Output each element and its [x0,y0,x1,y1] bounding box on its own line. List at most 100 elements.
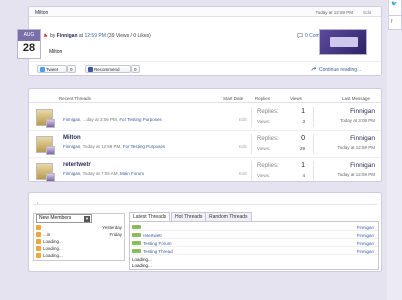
views-label: Views: [257,119,271,124]
member-row[interactable]: Yesterday [36,225,124,231]
replies-label: Replies: [257,136,279,142]
thread-info: Finnigan, Today at 12:59 PM, For Testing… [63,144,165,149]
post-stats: (39 Views / 0 Likes) [107,33,151,39]
replies-label: Replies: [257,163,279,169]
thread-forum-link[interactable]: For Testing Purposes [123,144,165,149]
date-month: AUG [18,30,40,41]
chevron-down-icon: ▼ [84,216,90,222]
members-select-value: New Members [39,215,72,221]
last-message-date[interactable]: Today at 12:59 PM [319,172,375,177]
col-views[interactable]: Views [290,96,302,101]
member-joined: Friday [109,232,122,237]
list-item[interactable]: Testing Thread Finnigan [132,248,378,255]
col-recent-threads: Recent Threads [59,96,91,101]
post-footer: Tweet 0 Recommend 0 Continue reading... [29,61,381,75]
thread-row[interactable]: Milton Finnigan, Today at 12:59 PM, For … [29,131,381,158]
views-count: 4 [302,173,305,178]
last-poster-link[interactable]: Finnigan [319,135,375,142]
user-icon [36,246,41,251]
loading-text: Loading... [132,257,152,262]
post-body: Milton [49,49,63,55]
threads-tabs-widget: Latest Threads Hot Threads Random Thread… [129,212,379,270]
sidebar-twitter-box[interactable]: 🐦 [388,0,402,16]
thread-link[interactable]: Testing Forum [143,241,172,246]
post-title[interactable]: Milton [35,10,48,16]
member-name[interactable]: ...in [43,232,50,237]
facebook-icon [88,67,93,72]
thread-title[interactable]: Milton [63,135,81,141]
tab-latest-threads[interactable]: Latest Threads [129,212,171,221]
member-joined: Yesterday [102,225,122,230]
recommend-count: 0 [131,65,140,73]
post-time[interactable]: 12:59 PM [84,33,105,39]
last-poster-link[interactable]: Finnigan [319,108,375,115]
replies-count: 1 [301,108,305,115]
members-select[interactable]: New Members ▼ [36,214,92,223]
facebook-icon: f [391,19,393,25]
edit-link[interactable]: Edit [239,144,247,149]
thread-info: Finnigan, ...day at 3:06 PM, For Testing… [63,117,162,122]
col-start-date[interactable]: Start Date [223,96,243,101]
user-icon [36,239,41,244]
avatar[interactable] [46,146,55,155]
pin-icon [43,33,48,38]
tweet-count: 0 [67,65,76,73]
views-count: 29 [299,146,305,151]
post-thumbnail-image[interactable] [319,29,367,55]
thread-starter-link[interactable]: Finnigan [63,144,80,149]
post-edit-link[interactable]: Edit [363,10,371,15]
user-link[interactable]: Finnigan [357,233,374,238]
user-icon [36,232,41,237]
col-last-message[interactable]: Last Message [342,96,370,101]
thread-starter-link[interactable]: Finnigan [63,171,80,176]
threads-header: Recent Threads Start Date Replies Views … [29,94,381,103]
date-badge: AUG 28 [17,29,41,59]
thread-forum-link[interactable]: For Testing Purposes [119,117,161,122]
loading-text: Loading... [43,239,63,244]
col-replies[interactable]: Replies [255,96,270,101]
thread-link[interactable]: Testing Thread [143,249,173,254]
thread-starter-link[interactable]: Finnigan [63,117,80,122]
list-item[interactable]: retertwetr Finnigan [132,232,378,239]
last-message-date[interactable]: Today at 3:08 PM [319,118,375,123]
right-sidebar-background [387,0,402,300]
user-link[interactable]: Finnigan [357,249,374,254]
twitter-icon: 🐦 [391,1,398,7]
continue-reading-link[interactable]: Continue reading... [319,67,361,73]
member-row: Loading... [36,239,124,245]
tweet-label: Tweet [46,67,59,72]
last-message-date[interactable]: Today at 12:59 PM [319,145,375,150]
sidebar-facebook-box[interactable]: f [388,16,402,30]
replies-count: 1 [301,162,305,169]
post-author-link[interactable]: Finnigan [57,33,78,39]
user-link[interactable]: Finnigan [357,225,374,230]
avatar[interactable] [46,173,55,182]
last-poster-link[interactable]: Finnigan [319,162,375,169]
tab-random-threads[interactable]: Random Threads [205,212,252,221]
post-date: Today at 12:59 PM [315,10,353,15]
post-header: Milton Today at 12:59 PM Edit [29,7,381,17]
user-icon [36,253,41,258]
meta-by-text: by [50,33,56,39]
thread-title[interactable]: retertwetr [63,162,91,168]
avatar[interactable] [46,119,55,128]
list-item[interactable]: Testing Forum Finnigan [132,240,378,247]
user-icon [36,225,41,230]
thread-link[interactable]: retertwetr [143,233,162,238]
thread-forum-link[interactable]: Main Forum [120,171,144,176]
list-item[interactable]: Finnigan [132,224,378,231]
tab-content: Finnigan retertwetr Finnigan Testing For… [129,221,379,270]
tweet-button[interactable]: Tweet [37,65,67,73]
member-row[interactable]: ...in Friday [36,232,124,238]
recommend-button[interactable]: Recommend [85,65,131,73]
new-badge [132,225,141,229]
arrow-icon [311,67,317,71]
views-label: Views: [257,173,271,178]
tab-hot-threads[interactable]: Hot Threads [171,212,207,221]
edit-link[interactable]: Edit [239,117,247,122]
thread-row[interactable]: retertwetr Finnigan, Today at 7:05 AM, M… [29,158,381,185]
edit-link[interactable]: Edit [239,171,247,176]
user-link[interactable]: Finnigan [357,241,374,246]
comment-icon [297,33,303,38]
thread-row[interactable]: Finnigan, ...day at 3:06 PM, For Testing… [29,104,381,131]
